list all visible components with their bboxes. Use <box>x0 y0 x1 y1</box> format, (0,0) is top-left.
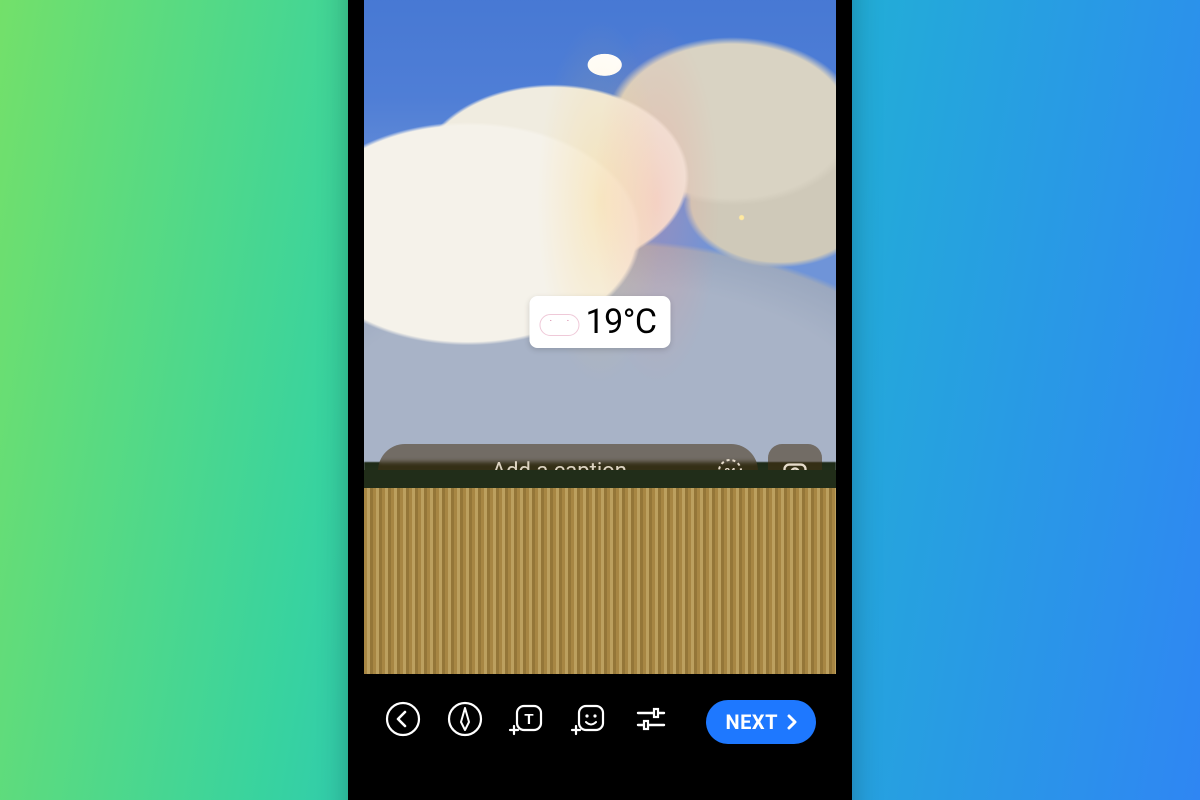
bottom-toolbar: T <box>364 674 836 800</box>
gradient-background: 19°C Add a caption... 24 <box>0 0 1200 800</box>
tuning-icon <box>632 700 670 738</box>
camera-icon <box>781 457 809 485</box>
temperature-text: 19°C <box>585 302 656 342</box>
phone-screen: 19°C Add a caption... 24 <box>364 0 836 800</box>
phone-frame: 19°C Add a caption... 24 <box>348 0 852 800</box>
text-add-icon: T <box>508 700 546 738</box>
sticker-add-icon <box>570 700 608 738</box>
caption-row: Add a caption... 24 <box>378 444 822 498</box>
camera-button[interactable] <box>768 444 822 498</box>
svg-text:24: 24 <box>724 467 736 478</box>
weather-sticker[interactable]: 19°C <box>529 296 670 348</box>
back-button[interactable] <box>384 700 422 738</box>
chevron-left-circle-icon <box>384 700 422 738</box>
pen-circle-icon <box>446 700 484 738</box>
cute-cloud-icon <box>537 308 579 336</box>
story-photo[interactable]: 19°C Add a caption... 24 <box>364 0 836 700</box>
adjust-tool[interactable] <box>632 700 670 738</box>
timer-24-icon[interactable]: 24 <box>716 457 744 485</box>
draw-tool[interactable] <box>446 700 484 738</box>
svg-text:T: T <box>524 711 533 728</box>
next-label: NEXT <box>726 710 778 734</box>
add-sticker-tool[interactable] <box>570 700 608 738</box>
next-button[interactable]: NEXT <box>706 700 816 744</box>
caption-placeholder: Add a caption... <box>492 459 645 484</box>
add-text-tool[interactable]: T <box>508 700 546 738</box>
chevron-right-icon <box>782 712 802 732</box>
caption-input[interactable]: Add a caption... 24 <box>378 444 758 498</box>
